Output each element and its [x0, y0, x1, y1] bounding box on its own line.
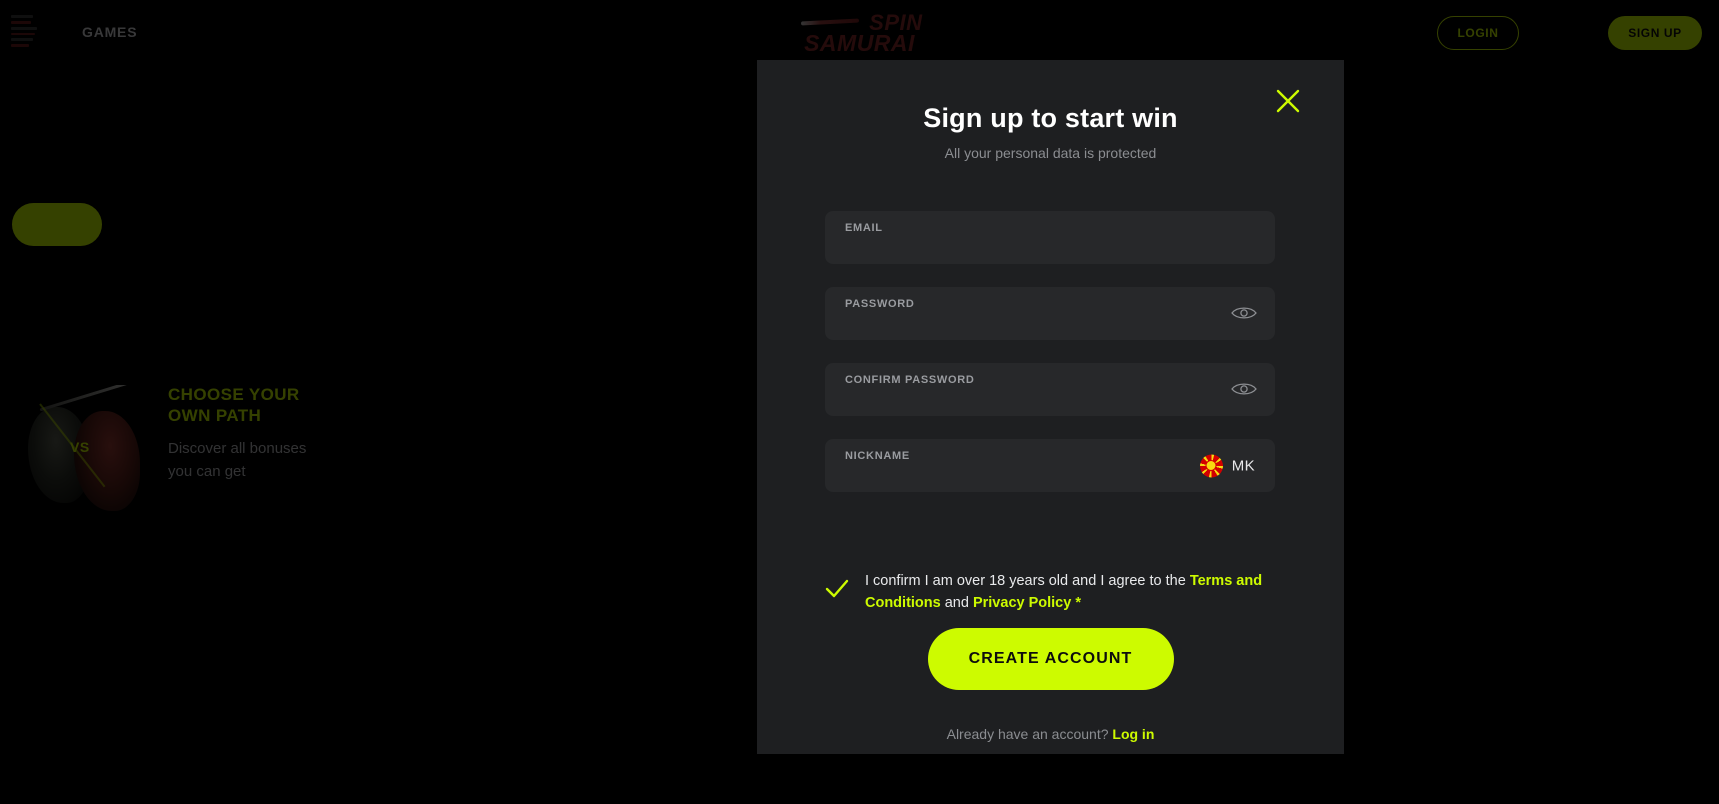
create-account-button[interactable]: CREATE ACCOUNT — [927, 628, 1174, 690]
modal-title: Sign up to start win — [923, 103, 1178, 133]
burger-bar — [11, 32, 35, 36]
login-hint: Already have an account? Log in — [757, 726, 1344, 742]
promo-block: VS CHOOSE YOUR OWN PATH Discover all bon… — [20, 385, 340, 515]
nav-item-games[interactable]: GAMES — [82, 24, 137, 40]
agreement-text-before: I confirm I am over 18 years old and I a… — [865, 573, 1190, 589]
sword-blade-icon — [39, 385, 129, 412]
signup-button[interactable]: SIGN UP — [1608, 16, 1702, 50]
agreement-text-middle: and — [940, 595, 973, 612]
burger-bar — [11, 38, 33, 42]
age-agreement-checkbox[interactable] — [825, 579, 849, 605]
flag-mk-icon — [1199, 454, 1223, 477]
burger-bar — [11, 26, 37, 30]
password-input[interactable] — [845, 313, 1215, 335]
site-logo[interactable]: SPIN SAMURAI — [797, 6, 923, 56]
confirm-password-input[interactable] — [845, 389, 1215, 411]
email-field[interactable]: EMAIL — [825, 211, 1275, 264]
email-input[interactable] — [845, 237, 1215, 259]
signup-modal: Sign up to start win All your personal d… — [757, 60, 1344, 754]
nickname-input[interactable] — [845, 465, 1215, 487]
country-selector[interactable]: MK — [1199, 454, 1255, 477]
logo-line-2: SAMURAI — [804, 30, 915, 56]
hamburger-menu-icon[interactable] — [11, 15, 41, 47]
versus-label: VS — [70, 439, 90, 455]
log-in-link[interactable]: Log in — [1112, 726, 1154, 742]
agreement-row: I confirm I am over 18 years old and I a… — [825, 570, 1277, 615]
password-label: PASSWORD — [845, 298, 915, 310]
login-hint-text: Already have an account? — [946, 726, 1113, 742]
required-asterisk: * — [1071, 595, 1081, 612]
confirm-password-field[interactable]: CONFIRM PASSWORD — [825, 363, 1275, 416]
confirm-password-label: CONFIRM PASSWORD — [845, 374, 975, 386]
promo-title: CHOOSE YOUR OWN PATH — [168, 385, 300, 425]
page-root: GAMES SPIN SAMURAI LOGIN SIGN UP VS CHOO… — [0, 0, 1719, 804]
login-button[interactable]: LOGIN — [1437, 16, 1519, 50]
promo-pill-badge[interactable] — [12, 203, 102, 246]
nickname-field[interactable]: NICKNAME MK — [825, 439, 1275, 492]
eye-icon[interactable] — [1230, 304, 1258, 324]
katana-icon — [800, 18, 859, 26]
burger-bar — [11, 15, 33, 18]
burger-bar — [11, 44, 29, 47]
email-label: EMAIL — [845, 222, 883, 234]
site-header: GAMES SPIN SAMURAI LOGIN SIGN UP — [0, 0, 1719, 66]
agreement-text: I confirm I am over 18 years old and I a… — [865, 570, 1277, 615]
nickname-label: NICKNAME — [845, 450, 910, 462]
promo-subtitle: Discover all bonuses you can get — [168, 440, 307, 481]
country-code-label: MK — [1231, 457, 1255, 474]
password-field[interactable]: PASSWORD — [825, 287, 1275, 340]
signup-form: EMAIL PASSWORD CONFIRM PASSWORD NICKNAME… — [825, 211, 1275, 515]
privacy-policy-link[interactable]: Privacy Policy — [973, 595, 1071, 611]
burger-bar — [11, 20, 31, 24]
eye-icon[interactable] — [1230, 380, 1258, 400]
samurai-versus-image: VS — [20, 385, 144, 513]
modal-subtitle: All your personal data is protected — [944, 145, 1157, 161]
